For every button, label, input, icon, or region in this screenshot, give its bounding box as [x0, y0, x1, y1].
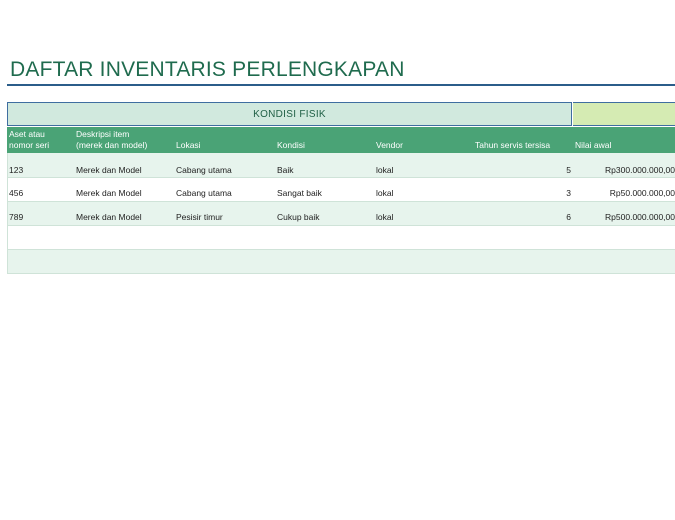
group-header-kondisi-fisik[interactable]: KONDISI FISIK — [7, 102, 572, 126]
column-header-line: Nilai awal — [575, 140, 612, 150]
column-header-condition[interactable]: Kondisi — [277, 140, 305, 151]
table-row[interactable]: 123 Merek dan Model Cabang utama Baik lo… — [7, 153, 675, 178]
column-header-vendor[interactable]: Vendor — [376, 140, 403, 151]
column-header-line: Kondisi — [277, 140, 305, 150]
table-row[interactable] — [7, 250, 675, 274]
cell-vendor[interactable]: lokal — [376, 165, 393, 175]
column-header-line: Deskripsi item — [76, 129, 130, 139]
column-header-description[interactable]: Deskripsi item (merek dan model) — [76, 129, 147, 151]
cell-location[interactable]: Cabang utama — [176, 188, 232, 198]
cell-asset[interactable]: 789 — [9, 212, 23, 222]
cell-asset[interactable]: 123 — [9, 165, 23, 175]
cell-asset[interactable]: 456 — [9, 188, 23, 198]
table-left-border — [7, 153, 8, 274]
cell-vendor[interactable]: lokal — [376, 212, 393, 222]
cell-description[interactable]: Merek dan Model — [76, 212, 142, 222]
cell-initial-value[interactable]: Rp300.000.000,00 — [605, 165, 675, 175]
cell-condition[interactable]: Baik — [277, 165, 294, 175]
cell-condition[interactable]: Cukup baik — [277, 212, 320, 222]
column-header-line: Lokasi — [176, 140, 201, 150]
table-row[interactable]: 789 Merek dan Model Pesisir timur Cukup … — [7, 202, 675, 226]
column-header-row: Aset atau nomor seri Deskripsi item (mer… — [7, 127, 675, 153]
group-header-label: KONDISI FISIK — [253, 108, 326, 120]
column-header-line: Aset atau — [9, 129, 45, 139]
column-header-initial-value[interactable]: Nilai awal — [575, 140, 611, 151]
column-header-line: Vendor — [376, 140, 403, 150]
column-header-line: Tahun servis tersisa — [475, 140, 551, 150]
column-header-line: (merek dan model) — [76, 140, 148, 150]
cell-initial-value[interactable]: Rp50.000.000,00 — [610, 188, 675, 198]
group-header-right-cell[interactable] — [573, 102, 675, 126]
cell-location[interactable]: Cabang utama — [176, 165, 232, 175]
cell-vendor[interactable]: lokal — [376, 188, 393, 198]
cell-description[interactable]: Merek dan Model — [76, 188, 142, 198]
cell-condition[interactable]: Sangat baik — [277, 188, 322, 198]
cell-service-years[interactable]: 3 — [566, 188, 571, 198]
cell-description[interactable]: Merek dan Model — [76, 165, 142, 175]
cell-location[interactable]: Pesisir timur — [176, 212, 223, 222]
cell-service-years[interactable]: 5 — [566, 165, 571, 175]
cell-initial-value[interactable]: Rp500.000.000,00 — [605, 212, 675, 222]
cell-service-years[interactable]: 6 — [566, 212, 571, 222]
column-header-location[interactable]: Lokasi — [176, 140, 201, 151]
column-header-asset[interactable]: Aset atau nomor seri — [9, 129, 49, 151]
column-header-line: nomor seri — [9, 140, 50, 150]
title-underline — [7, 84, 675, 86]
table-row[interactable]: 456 Merek dan Model Cabang utama Sangat … — [7, 178, 675, 202]
table-row[interactable] — [7, 226, 675, 250]
page-title: DAFTAR INVENTARIS PERLENGKAPAN — [10, 58, 405, 81]
column-header-service-years[interactable]: Tahun servis tersisa — [475, 140, 550, 151]
